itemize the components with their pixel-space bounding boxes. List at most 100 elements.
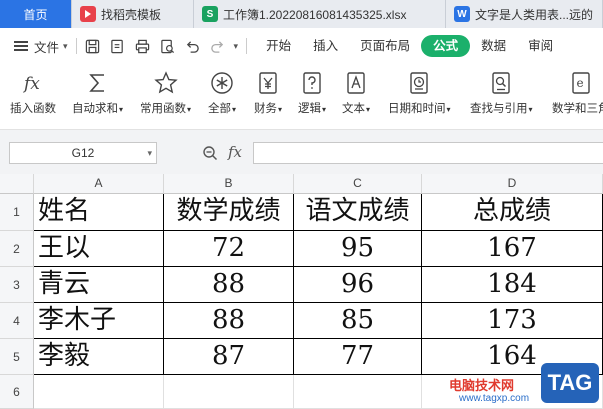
cell-a1[interactable]: 姓名 xyxy=(34,194,164,231)
sigma-icon xyxy=(88,74,104,92)
text-functions-button[interactable]: 文本▾ xyxy=(342,68,370,124)
watermark-tag-badge: TAG xyxy=(541,363,599,403)
cell-a2[interactable]: 王以 xyxy=(34,231,164,267)
cell-a3[interactable]: 青云 xyxy=(34,267,164,303)
insert-function-button[interactable]: fx 插入函数 xyxy=(10,68,56,124)
cell-c2[interactable]: 95 xyxy=(294,231,422,267)
cell-c4[interactable]: 85 xyxy=(294,303,422,339)
cell-d2[interactable]: 167 xyxy=(422,231,603,267)
autosum-label: 自动求和 xyxy=(72,103,118,115)
row-header-3[interactable]: 3 xyxy=(0,267,34,303)
column-header-c[interactable]: C xyxy=(294,174,422,194)
asterisk-circle-icon xyxy=(211,72,233,94)
cell-c6[interactable] xyxy=(294,375,422,409)
name-box[interactable]: G12 ▾ xyxy=(9,142,157,164)
row-header-6[interactable]: 6 xyxy=(0,375,34,409)
fx-icon[interactable]: fx xyxy=(228,143,242,161)
tab-docer-templates[interactable]: 找稻壳模板 xyxy=(72,0,194,28)
star-icon xyxy=(153,71,178,94)
cell-b1[interactable]: 数学成绩 xyxy=(164,194,294,231)
logical-button[interactable]: 逻辑▾ xyxy=(298,68,326,124)
cell-b4[interactable]: 88 xyxy=(164,303,294,339)
insert-function-label: 插入函数 xyxy=(10,103,56,115)
formula-bar: G12 ▾ fx xyxy=(0,130,603,174)
financial-button[interactable]: 财务▾ xyxy=(254,68,282,124)
text-functions-label: 文本 xyxy=(342,103,365,115)
divider xyxy=(75,38,77,54)
row-header-5[interactable]: 5 xyxy=(0,339,34,375)
cell-a4[interactable]: 李木子 xyxy=(34,303,164,339)
tab-start[interactable]: 开始 xyxy=(255,35,302,57)
cell-d4[interactable]: 173 xyxy=(422,303,603,339)
autosum-button[interactable]: 自动求和▾ xyxy=(72,68,123,124)
tab-insert[interactable]: 插入 xyxy=(302,35,349,57)
column-header-a[interactable]: A xyxy=(34,174,164,194)
docer-icon xyxy=(80,6,96,22)
file-menu[interactable]: 文件 xyxy=(34,37,59,56)
lookup-reference-button[interactable]: 查找与引用▾ xyxy=(470,68,533,124)
math-trig-button[interactable]: e 数学和三角 xyxy=(552,68,603,124)
export-pdf-icon[interactable] xyxy=(110,38,126,54)
site-watermark: 电脑技术网 www.tagxp.com TAG xyxy=(443,355,603,409)
financial-label: 财务 xyxy=(254,103,277,115)
cell-b6[interactable] xyxy=(164,375,294,409)
common-functions-label: 常用函数 xyxy=(140,103,186,115)
common-functions-button[interactable]: 常用函数▾ xyxy=(140,68,191,124)
cell-b2[interactable]: 72 xyxy=(164,231,294,267)
select-all-corner[interactable] xyxy=(0,174,34,194)
formula-input[interactable] xyxy=(253,142,603,164)
save-icon[interactable] xyxy=(85,38,101,54)
svg-text:fx: fx xyxy=(22,74,40,94)
lookup-reference-label: 查找与引用 xyxy=(470,103,528,115)
row-header-2[interactable]: 2 xyxy=(0,231,34,267)
formula-ribbon: fx 插入函数 自动求和▾ 常用函数▾ 全部▾ 财务▾ 逻辑▾ 文本▾ 日期和时… xyxy=(0,64,603,130)
chevron-down-icon: ▾ xyxy=(187,105,192,114)
quick-access-dropdown-icon[interactable]: ▾ xyxy=(234,41,239,52)
tab-document-label: 文字是人类用表...远的 xyxy=(475,7,594,22)
menu-bar: 文件 ▾ ▾ 开始 插入 页面布局 公式 数据 审阅 xyxy=(0,28,603,64)
svg-text:e: e xyxy=(576,76,583,90)
cell-b5[interactable]: 87 xyxy=(164,339,294,375)
tab-home[interactable]: 首页 xyxy=(0,0,72,28)
cell-d1[interactable]: 总成绩 xyxy=(422,194,603,231)
math-e-icon: e xyxy=(572,72,590,94)
all-functions-button[interactable]: 全部▾ xyxy=(208,68,236,124)
divider xyxy=(246,38,248,54)
tab-page-layout[interactable]: 页面布局 xyxy=(349,35,421,57)
date-time-button[interactable]: 日期和时间▾ xyxy=(388,68,451,124)
chevron-down-icon: ▾ xyxy=(278,105,283,114)
tab-formulas[interactable]: 公式 xyxy=(421,35,471,57)
row-header-1[interactable]: 1 xyxy=(0,194,34,231)
tab-home-label: 首页 xyxy=(23,7,48,22)
watermark-url: www.tagxp.com xyxy=(459,393,530,404)
column-header-b[interactable]: B xyxy=(164,174,294,194)
print-preview-icon[interactable] xyxy=(160,38,176,54)
chevron-down-icon: ▾ xyxy=(366,105,371,114)
question-icon xyxy=(303,72,321,94)
tab-data[interactable]: 数据 xyxy=(470,35,517,57)
tab-document[interactable]: W 文字是人类用表...远的 xyxy=(446,0,603,28)
row-header-4[interactable]: 4 xyxy=(0,303,34,339)
chevron-down-icon[interactable]: ▾ xyxy=(147,143,152,163)
undo-icon[interactable] xyxy=(185,38,201,54)
cell-c3[interactable]: 96 xyxy=(294,267,422,303)
print-icon[interactable] xyxy=(135,38,151,54)
watermark-brand: 电脑技术网 xyxy=(449,378,515,393)
document-tab-bar: 首页 找稻壳模板 S 工作簿1.20220816081435325.xlsx W… xyxy=(0,0,603,28)
tab-workbook[interactable]: S 工作簿1.20220816081435325.xlsx xyxy=(194,0,446,28)
name-box-value: G12 xyxy=(71,146,95,160)
redo-icon[interactable] xyxy=(210,38,226,54)
tab-review[interactable]: 审阅 xyxy=(517,35,564,57)
zoom-function-icon[interactable] xyxy=(202,145,218,161)
column-header-d[interactable]: D xyxy=(422,174,603,194)
cell-b3[interactable]: 88 xyxy=(164,267,294,303)
cell-c5[interactable]: 77 xyxy=(294,339,422,375)
cell-c1[interactable]: 语文成绩 xyxy=(294,194,422,231)
date-time-label: 日期和时间 xyxy=(388,103,446,115)
chevron-down-icon: ▾ xyxy=(119,105,124,114)
cell-d3[interactable]: 184 xyxy=(422,267,603,303)
cell-a5[interactable]: 李毅 xyxy=(34,339,164,375)
cell-a6[interactable] xyxy=(34,375,164,409)
hamburger-menu-icon[interactable] xyxy=(14,41,28,51)
chevron-down-icon[interactable]: ▾ xyxy=(63,41,68,52)
